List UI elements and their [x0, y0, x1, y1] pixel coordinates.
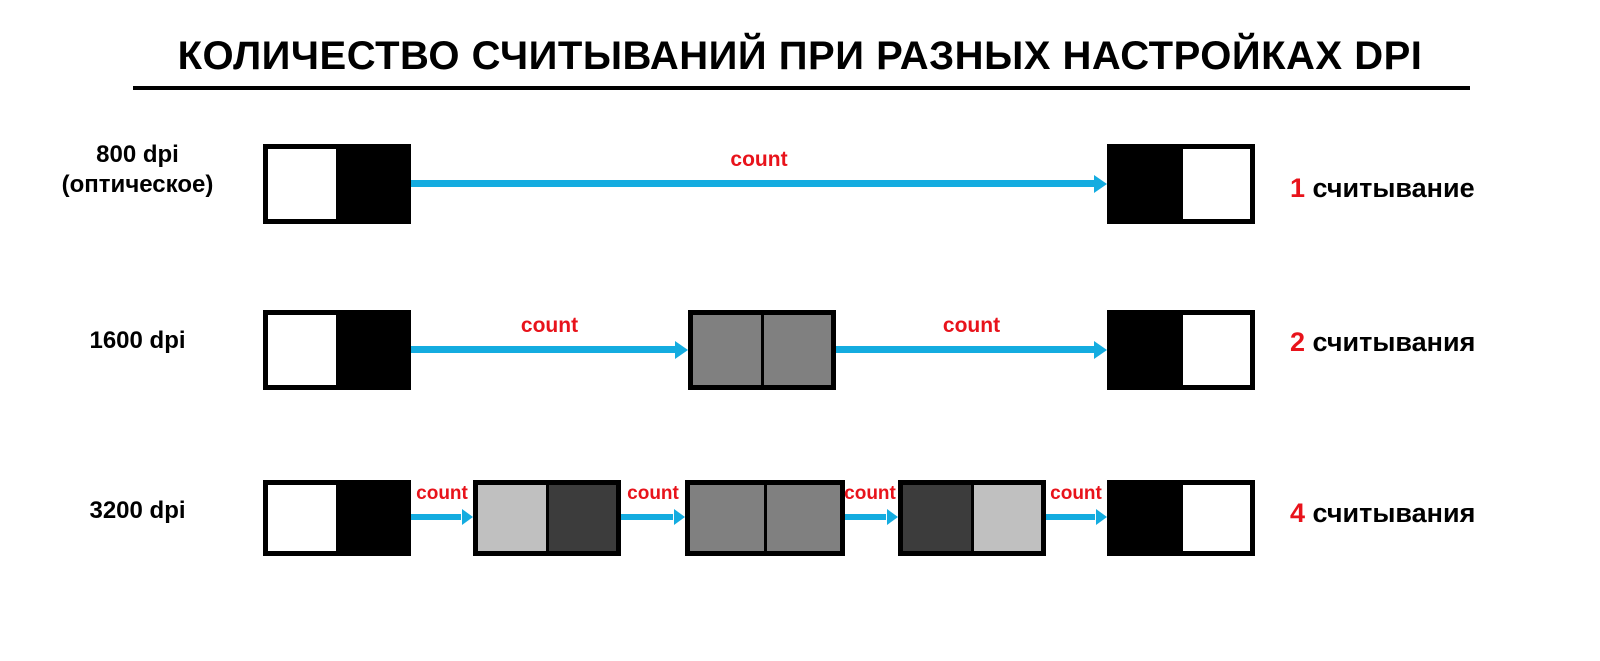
row-label-line: 1600 dpi	[89, 327, 186, 354]
count-label: count	[942, 314, 1001, 337]
arrow-shaft	[411, 514, 461, 520]
arrow-shaft	[621, 514, 673, 520]
pixel-half-left	[268, 485, 336, 551]
count-arrow-icon	[836, 340, 1107, 359]
count-label: count	[416, 483, 468, 504]
pixel-box	[263, 480, 411, 556]
page-title: КОЛИЧЕСТВО СЧИТЫВАНИЙ ПРИ РАЗНЫХ НАСТРОЙ…	[177, 34, 1423, 78]
count-label: count	[520, 314, 579, 337]
count-label: count	[627, 483, 679, 504]
result-count-word: считывания	[1312, 498, 1476, 528]
pixel-half-left	[690, 485, 764, 551]
pixel-half-left	[268, 315, 336, 385]
arrow-head	[1096, 509, 1107, 525]
pixel-box	[1107, 480, 1255, 556]
pixel-half-left	[1112, 315, 1180, 385]
pixel-half-right	[338, 149, 406, 219]
pixel-half-left	[1112, 149, 1180, 219]
arrow-head	[674, 509, 685, 525]
pixel-box	[1107, 144, 1255, 224]
count-arrow-icon	[411, 174, 1107, 193]
pixel-half-right	[338, 485, 406, 551]
result-count-word: считывание	[1312, 173, 1475, 203]
diagram-row-800dpi: 800 dpi (оптическое) count 1 считывание	[0, 122, 1600, 242]
pixel-half-right	[1182, 149, 1250, 219]
pixel-half-right	[1182, 315, 1250, 385]
pixel-half-left	[693, 315, 761, 385]
row-label: 800 dpi (оптическое)	[20, 140, 255, 200]
pixel-box	[263, 144, 411, 224]
row-label-line: (оптическое)	[61, 171, 214, 198]
result-count-number: 2	[1290, 327, 1306, 357]
count-arrow-icon	[411, 340, 688, 359]
row-result: 2 считывания	[1290, 327, 1590, 358]
arrow-shaft	[836, 346, 1095, 353]
row-label-line: 800 dpi	[96, 141, 179, 168]
pixel-half-right	[973, 485, 1041, 551]
arrow-shaft	[411, 180, 1095, 187]
pixel-half-right	[338, 315, 406, 385]
arrow-head	[887, 509, 898, 525]
count-arrow-icon	[411, 509, 473, 525]
arrow-head	[462, 509, 473, 525]
arrow-head	[675, 340, 688, 359]
arrow-head	[1094, 174, 1107, 193]
count-label: count	[730, 148, 788, 171]
row-label-line: 3200 dpi	[89, 497, 186, 524]
result-count-number: 4	[1290, 498, 1306, 528]
pixel-box	[685, 480, 845, 556]
result-count-word: считывания	[1312, 327, 1476, 357]
pixel-half-right	[548, 485, 616, 551]
row-label: 3200 dpi	[20, 496, 255, 526]
diagram-row-3200dpi: 3200 dpi count count count count 4 считывания	[0, 458, 1600, 578]
count-arrow-icon	[845, 509, 898, 525]
pixel-box	[898, 480, 1046, 556]
pixel-half-left	[903, 485, 971, 551]
pixel-half-right	[1182, 485, 1250, 551]
count-arrow-icon	[621, 509, 685, 525]
count-label: count	[1050, 483, 1102, 504]
pixel-half-left	[1112, 485, 1180, 551]
result-count-number: 1	[1290, 173, 1306, 203]
pixel-box	[1107, 310, 1255, 390]
pixel-box	[688, 310, 836, 390]
arrow-shaft	[1046, 514, 1095, 520]
row-result: 1 считывание	[1290, 173, 1590, 204]
pixel-half-right	[766, 485, 840, 551]
arrow-shaft	[411, 346, 676, 353]
arrow-head	[1094, 340, 1107, 359]
title-underline	[133, 86, 1470, 90]
count-arrow-icon	[1046, 509, 1107, 525]
row-label: 1600 dpi	[20, 326, 255, 356]
diagram-row-1600dpi: 1600 dpi count count 2 считывания	[0, 288, 1600, 408]
pixel-box	[263, 310, 411, 390]
row-result: 4 считывания	[1290, 498, 1590, 529]
pixel-half-right	[763, 315, 831, 385]
count-label: count	[844, 483, 896, 504]
arrow-shaft	[845, 514, 886, 520]
pixel-half-left	[268, 149, 336, 219]
pixel-half-left	[478, 485, 546, 551]
pixel-box	[473, 480, 621, 556]
